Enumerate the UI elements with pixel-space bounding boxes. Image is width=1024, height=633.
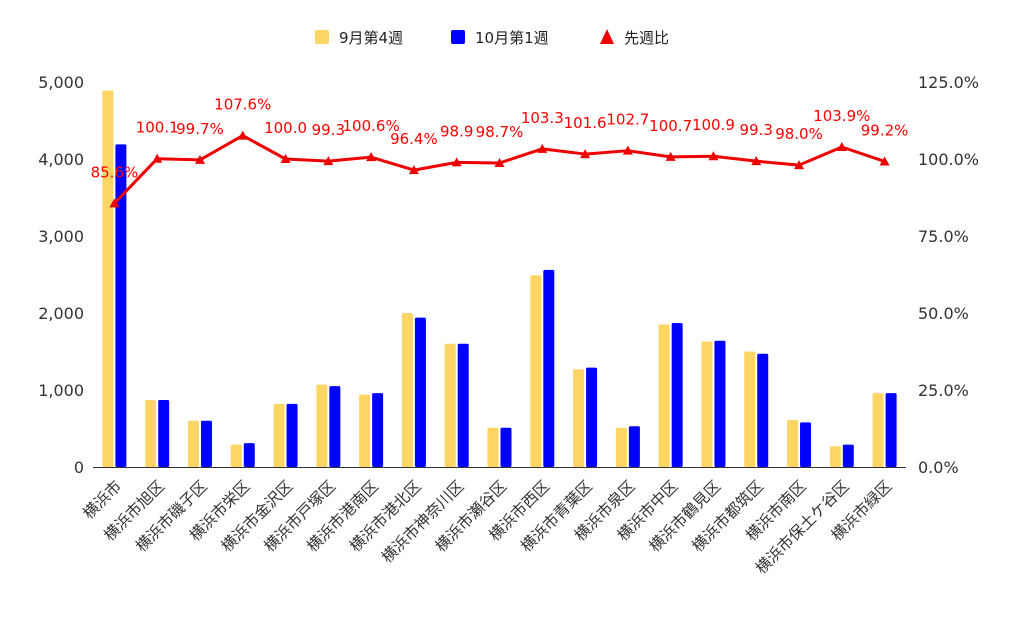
bar-sep-week4 (444, 343, 456, 467)
bar-sep-week4 (658, 324, 670, 467)
ratio-marker (237, 130, 248, 140)
bar-sep-week4 (530, 275, 542, 467)
bar-sep-week4 (273, 403, 285, 467)
bar-sep-week4 (573, 369, 585, 467)
bar-oct-week1 (543, 269, 555, 467)
ratio-data-label: 98.0% (775, 125, 823, 143)
y-left-tick-label: 4,000 (38, 150, 84, 169)
bar-sep-week4 (701, 341, 713, 467)
legend: 9月第4週 10月第1週 先週比 (315, 29, 669, 47)
legend-label: 10月第1週 (475, 29, 549, 47)
bar-oct-week1 (671, 323, 683, 467)
bar-oct-week1 (329, 386, 341, 467)
y-right-tick-label: 25.0% (918, 381, 969, 400)
y-left-tick-label: 3,000 (38, 227, 84, 246)
bar-oct-week1 (885, 393, 897, 467)
ratio-line (113, 134, 886, 205)
y-right-tick-label: 100.0% (918, 150, 979, 169)
ratio-data-label: 99.3 (740, 121, 773, 139)
bar-sep-week4 (316, 384, 328, 467)
bar-oct-week1 (800, 422, 812, 467)
ratio-marker (836, 141, 847, 151)
legend-label: 先週比 (624, 29, 669, 47)
ratio-line-series: 85.6%100.199.7%107.6%100.0 99.3100.6%96.4… (91, 96, 909, 208)
bar-sep-week4 (615, 427, 627, 467)
bar-oct-week1 (286, 403, 298, 467)
bar-oct-week1 (714, 340, 726, 467)
ratio-data-label: 107.6% (214, 96, 271, 114)
ratio-data-label: 98.7% (476, 123, 524, 141)
ratio-data-label: 102.7 (606, 111, 649, 129)
bar-sep-week4 (359, 394, 371, 467)
y-left-tick-label: 2,000 (38, 304, 84, 323)
ratio-data-label: 100.9 (692, 116, 735, 134)
bar-sep-week4 (487, 427, 499, 467)
ratio-data-label: 85.6% (91, 163, 139, 181)
bar-oct-week1 (586, 367, 598, 467)
legend-label: 9月第4週 (339, 29, 403, 47)
bar-sep-week4 (230, 444, 242, 467)
bar-sep-week4 (829, 446, 841, 467)
y-right-tick-label: 75.0% (918, 227, 969, 246)
y-right-tick-label: 125.0% (918, 73, 979, 92)
legend-swatch (600, 29, 614, 44)
ratio-data-label: 98.9 (440, 122, 473, 140)
legend-swatch (451, 30, 465, 44)
bar-sep-week4 (145, 400, 157, 467)
bar-sep-week4 (872, 393, 884, 467)
ratio-data-label: 100.0 (264, 119, 307, 137)
combo-chart: 9月第4週 10月第1週 先週比 0 1,000 2,000 3,000 4,000 5,00… (38, 29, 979, 578)
bar-oct-week1 (500, 427, 512, 467)
ratio-data-label: 103.3 (521, 109, 564, 127)
ratio-data-label: 99.7% (176, 120, 224, 138)
bar-oct-week1 (200, 420, 212, 467)
y-right-tick-label: 50.0% (918, 304, 969, 323)
y-right-tick-label: 0.0% (918, 458, 959, 477)
bar-oct-week1 (457, 343, 469, 467)
bar-sep-week4 (401, 313, 413, 467)
bar-oct-week1 (243, 443, 255, 467)
category-labels: 横浜市横浜市旭区横浜市磯子区横浜市栄区横浜市金沢区横浜市戸塚区横浜市港南区横浜市… (80, 477, 896, 577)
bar-oct-week1 (414, 317, 426, 467)
bar-oct-week1 (158, 400, 170, 467)
bar-oct-week1 (842, 444, 854, 467)
ratio-data-label: 99.2% (861, 121, 909, 139)
bar-sep-week4 (187, 420, 199, 467)
ratio-data-label: 100.7 (649, 117, 692, 135)
bar-sep-week4 (787, 420, 799, 467)
ratio-data-label: 101.6 (564, 114, 607, 132)
bar-sep-week4 (744, 351, 756, 467)
ratio-data-label: 100.1 (136, 119, 179, 137)
y-axis-left: 0 1,000 2,000 3,000 4,000 5,000 (38, 73, 84, 477)
y-axis-right: 0.0% 25.0% 50.0% 75.0% 100.0% 125.0% (918, 73, 979, 477)
bar-oct-week1 (628, 426, 640, 467)
legend-swatch (315, 30, 329, 44)
bar-oct-week1 (757, 353, 769, 467)
y-left-tick-label: 0 (74, 458, 84, 477)
y-left-tick-label: 5,000 (38, 73, 84, 92)
ratio-data-label: 99.3 (312, 121, 345, 139)
ratio-data-label: 96.4% (390, 130, 438, 148)
y-left-tick-label: 1,000 (38, 381, 84, 400)
bar-oct-week1 (372, 393, 384, 467)
bar-sep-week4 (102, 90, 114, 467)
